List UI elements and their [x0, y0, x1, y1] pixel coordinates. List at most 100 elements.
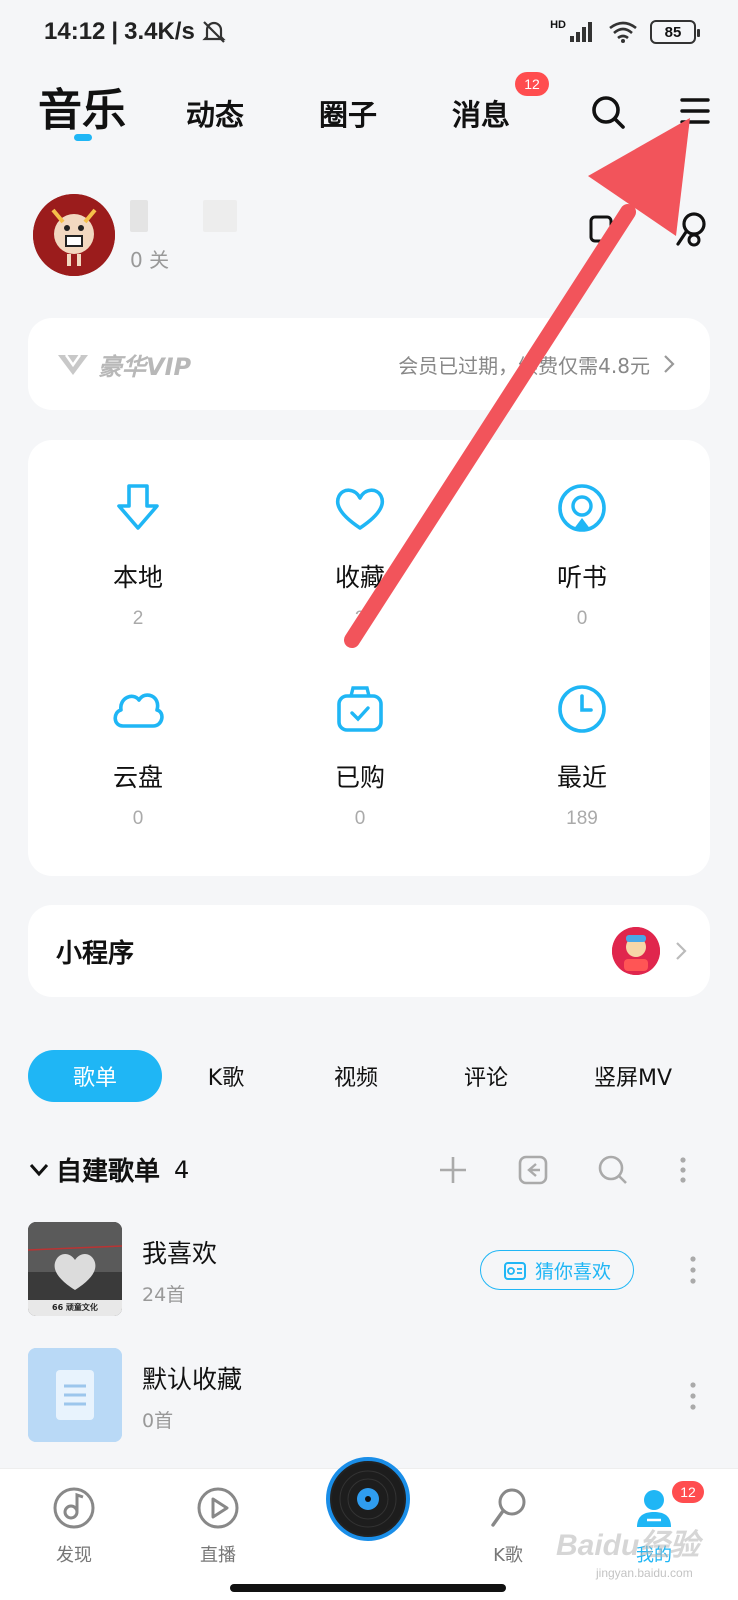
mini-program-title: 小程序	[56, 938, 135, 969]
content-tabs: 歌单 K歌 视频 评论 竖屏MV	[28, 1050, 710, 1102]
bell-muted-icon	[202, 21, 226, 43]
playlist-section-count: 4	[174, 1155, 190, 1184]
vip-brand: 豪华VIP	[56, 347, 191, 382]
tab-music[interactable]: 音乐	[38, 74, 126, 138]
playlist-row[interactable]: 66 顽童文化 我喜欢 24首 猜你喜欢	[0, 1222, 738, 1322]
playlist-header: 自建歌单 4	[0, 1145, 738, 1195]
playlist-name: 我喜欢	[142, 1239, 218, 1268]
vinyl-icon	[332, 1463, 404, 1535]
chevron-down-icon	[29, 1163, 49, 1176]
tab-videos[interactable]: 视频	[306, 1050, 406, 1102]
follow-count[interactable]: 0 关	[130, 244, 169, 273]
mini-program-avatar	[612, 927, 660, 975]
tab-playlists[interactable]: 歌单	[28, 1050, 162, 1102]
guess-you-like-label: 猜你喜欢	[534, 1260, 611, 1283]
grid-item-audiobook[interactable]: 听书 0	[472, 480, 692, 660]
purchased-icon	[337, 686, 383, 732]
grid-item-favorites[interactable]: 收藏 2	[250, 480, 470, 660]
watermark: Baidu经验	[556, 1529, 700, 1562]
mini-program-card[interactable]: 小程序	[28, 905, 710, 997]
vip-label: 豪华VIP	[98, 352, 192, 381]
status-time: 14:12	[44, 18, 106, 45]
mini-program-right	[612, 927, 688, 975]
grid-item-purchased[interactable]: 已购 0	[250, 680, 470, 860]
playlist-cover: 66 顽童文化	[28, 1222, 122, 1316]
playlist-cover-text: 66 顽童文化	[52, 1303, 98, 1312]
nav-discover[interactable]: 发现	[24, 1485, 124, 1567]
nav-live[interactable]: 直播	[168, 1485, 268, 1567]
add-icon[interactable]	[436, 1153, 470, 1187]
nav-karaoke[interactable]: K歌	[458, 1485, 558, 1567]
audiobook-icon	[558, 484, 606, 532]
playlist-name: 默认收藏	[142, 1365, 243, 1394]
mine-badge: 12	[672, 1481, 704, 1503]
radio-icon	[503, 1262, 526, 1280]
nav-label: K歌	[493, 1545, 523, 1566]
playlist-section-toggle[interactable]: 自建歌单 4	[28, 1151, 189, 1188]
grid-item-recent[interactable]: 最近 189	[472, 680, 692, 860]
tab-karaoke[interactable]: K歌	[176, 1050, 276, 1102]
chevron-right-icon	[676, 942, 687, 960]
grid-count: 2	[132, 608, 144, 629]
grid-count: 0	[576, 608, 588, 629]
tab-feed[interactable]: 动态	[186, 92, 244, 134]
karaoke-mic-icon	[491, 1488, 526, 1527]
guess-you-like-button[interactable]: 猜你喜欢	[480, 1250, 634, 1290]
mini-program-image	[612, 927, 660, 975]
tab-comments[interactable]: 评论	[436, 1050, 536, 1102]
search-icon[interactable]	[596, 1153, 630, 1187]
vip-diamond-icon	[58, 354, 88, 375]
active-tab-indicator	[74, 134, 92, 141]
import-icon[interactable]	[516, 1153, 550, 1187]
avatar[interactable]	[33, 194, 115, 276]
grid-item-cloud[interactable]: 云盘 0	[28, 680, 248, 860]
default-playlist-icon	[28, 1348, 122, 1442]
grid-label: 收藏	[334, 563, 385, 592]
watermark-sub: jingyan.baidu.com	[596, 1566, 693, 1580]
grid-label: 云盘	[112, 763, 163, 792]
now-playing-disc[interactable]	[326, 1457, 410, 1541]
playlist-song-count: 24首	[142, 1284, 186, 1306]
messages-badge: 12	[515, 72, 549, 96]
library-grid: 本地 2 收藏 2 听书 0 云盘 0 已购 0 最近 189	[28, 440, 710, 876]
cloud-icon	[113, 693, 164, 728]
search-icon[interactable]	[588, 92, 628, 132]
grid-count: 2	[354, 608, 366, 629]
status-right: HD 85	[550, 19, 700, 44]
playlist-cover	[28, 1348, 122, 1442]
chevron-right-icon	[664, 355, 675, 373]
grid-count: 189	[566, 808, 598, 829]
heart-icon	[335, 488, 385, 530]
more-icon[interactable]	[686, 1252, 700, 1288]
playlist-row[interactable]: 默认收藏 0首	[0, 1348, 738, 1448]
status-bar: 14:12 | 3.4K/s HD 85	[0, 0, 738, 64]
status-left: 14:12 | 3.4K/s	[44, 18, 227, 46]
more-icon[interactable]	[686, 1378, 700, 1414]
status-separator: |	[111, 18, 119, 45]
nav-label: 直播	[200, 1545, 236, 1566]
battery-indicator: 85	[650, 20, 700, 44]
microphone-icon[interactable]	[674, 210, 710, 250]
vip-message: 会员已过期，续费仅需4.8元	[398, 353, 650, 378]
vip-card[interactable]: 豪华VIP 会员已过期，续费仅需4.8元	[28, 318, 710, 410]
tab-vertical-mv[interactable]: 竖屏MV	[568, 1050, 698, 1102]
tab-circle[interactable]: 圈子	[319, 92, 377, 134]
grid-item-local[interactable]: 本地 2	[28, 480, 248, 660]
card-icon[interactable]	[588, 214, 614, 244]
playlist-section-title: 自建歌单	[56, 1157, 161, 1187]
discover-music-icon	[53, 1487, 95, 1529]
vip-renew: 会员已过期，续费仅需4.8元	[398, 350, 676, 379]
avatar-image	[33, 194, 115, 276]
profile-section: 0 关	[0, 190, 738, 290]
live-play-icon	[197, 1487, 239, 1529]
menu-icon[interactable]	[678, 94, 712, 128]
grid-label: 听书	[556, 563, 607, 592]
tab-messages[interactable]: 消息	[452, 92, 510, 134]
network-type: HD	[550, 19, 566, 31]
playlist-song-count: 0首	[142, 1410, 174, 1432]
download-icon	[117, 484, 159, 530]
grid-label: 已购	[334, 763, 385, 792]
home-indicator[interactable]	[230, 1584, 506, 1592]
more-icon[interactable]	[676, 1153, 690, 1187]
nav-label: 发现	[56, 1545, 92, 1566]
